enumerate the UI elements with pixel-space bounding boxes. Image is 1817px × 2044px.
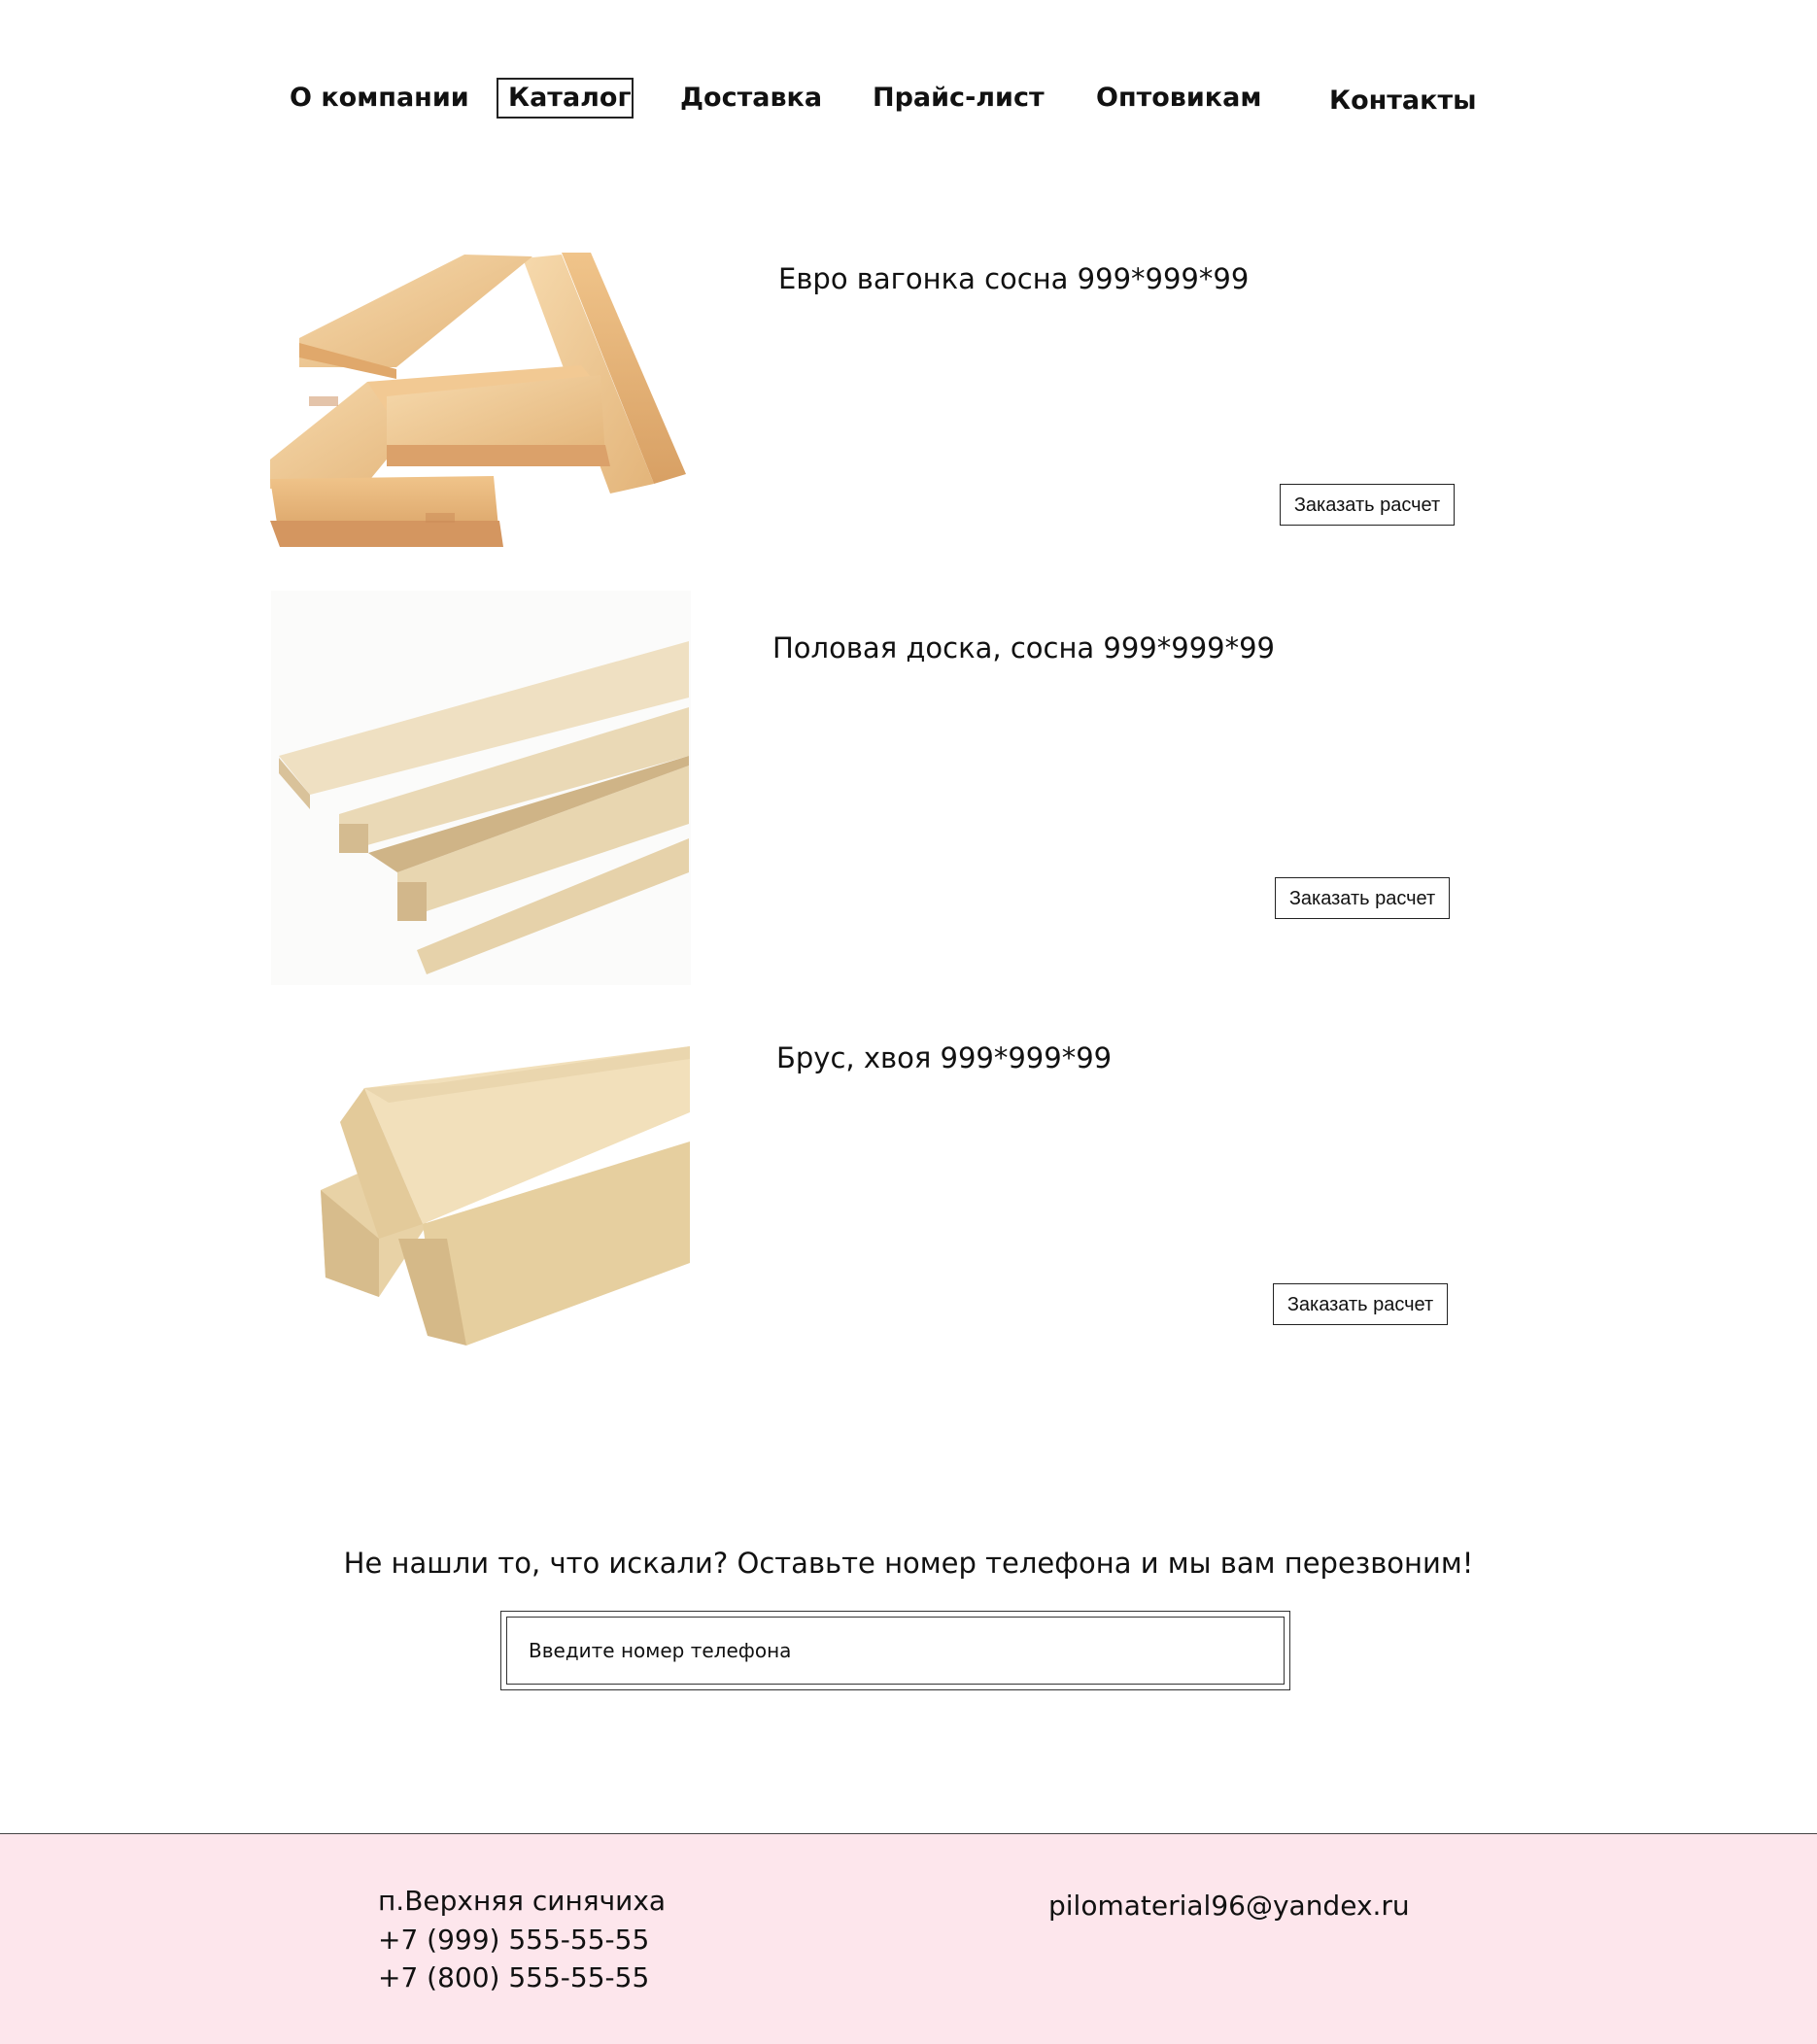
footer-phone: +7 (999) 555-55-55 [378,1924,650,1956]
nav-item-contacts[interactable]: Контакты [1329,83,1477,119]
footer-phone: +7 (800) 555-55-55 [378,1961,650,1993]
footer-address: п.Верхняя синячиха [378,1885,667,1917]
nav-item-wholesale[interactable]: Оптовикам [1096,80,1261,117]
product-title: Половая доска, сосна 999*999*99 [772,631,1276,664]
product-image-floor-board [271,591,691,985]
product-title: Брус, хвоя 999*999*99 [776,1041,1113,1074]
order-calculation-button[interactable]: Заказать расчет [1273,1283,1448,1325]
footer-email[interactable]: pilomaterial96@yandex.ru [1048,1890,1410,1922]
nav-item-catalog[interactable]: Каталог [497,78,634,119]
product-title: Евро вагонка сосна 999*999*99 [778,262,1250,295]
phone-input[interactable] [506,1617,1285,1685]
order-calculation-button[interactable]: Заказать расчет [1280,484,1455,526]
nav-item-price-list[interactable]: Прайс-лист [873,80,1045,117]
callback-prompt: Не нашли то, что искали? Оставьте номер … [343,1547,1474,1580]
nav-item-delivery[interactable]: Доставка [680,80,822,117]
footer: п.Верхняя синячиха +7 (999) 555-55-55 +7… [0,1833,1817,2044]
product-image-euro-lining [270,251,719,547]
phone-input-frame [500,1611,1290,1690]
nav-item-about[interactable]: О компании [290,80,469,117]
product-image-timber-beam [321,1044,690,1346]
order-calculation-button[interactable]: Заказать расчет [1275,877,1450,919]
